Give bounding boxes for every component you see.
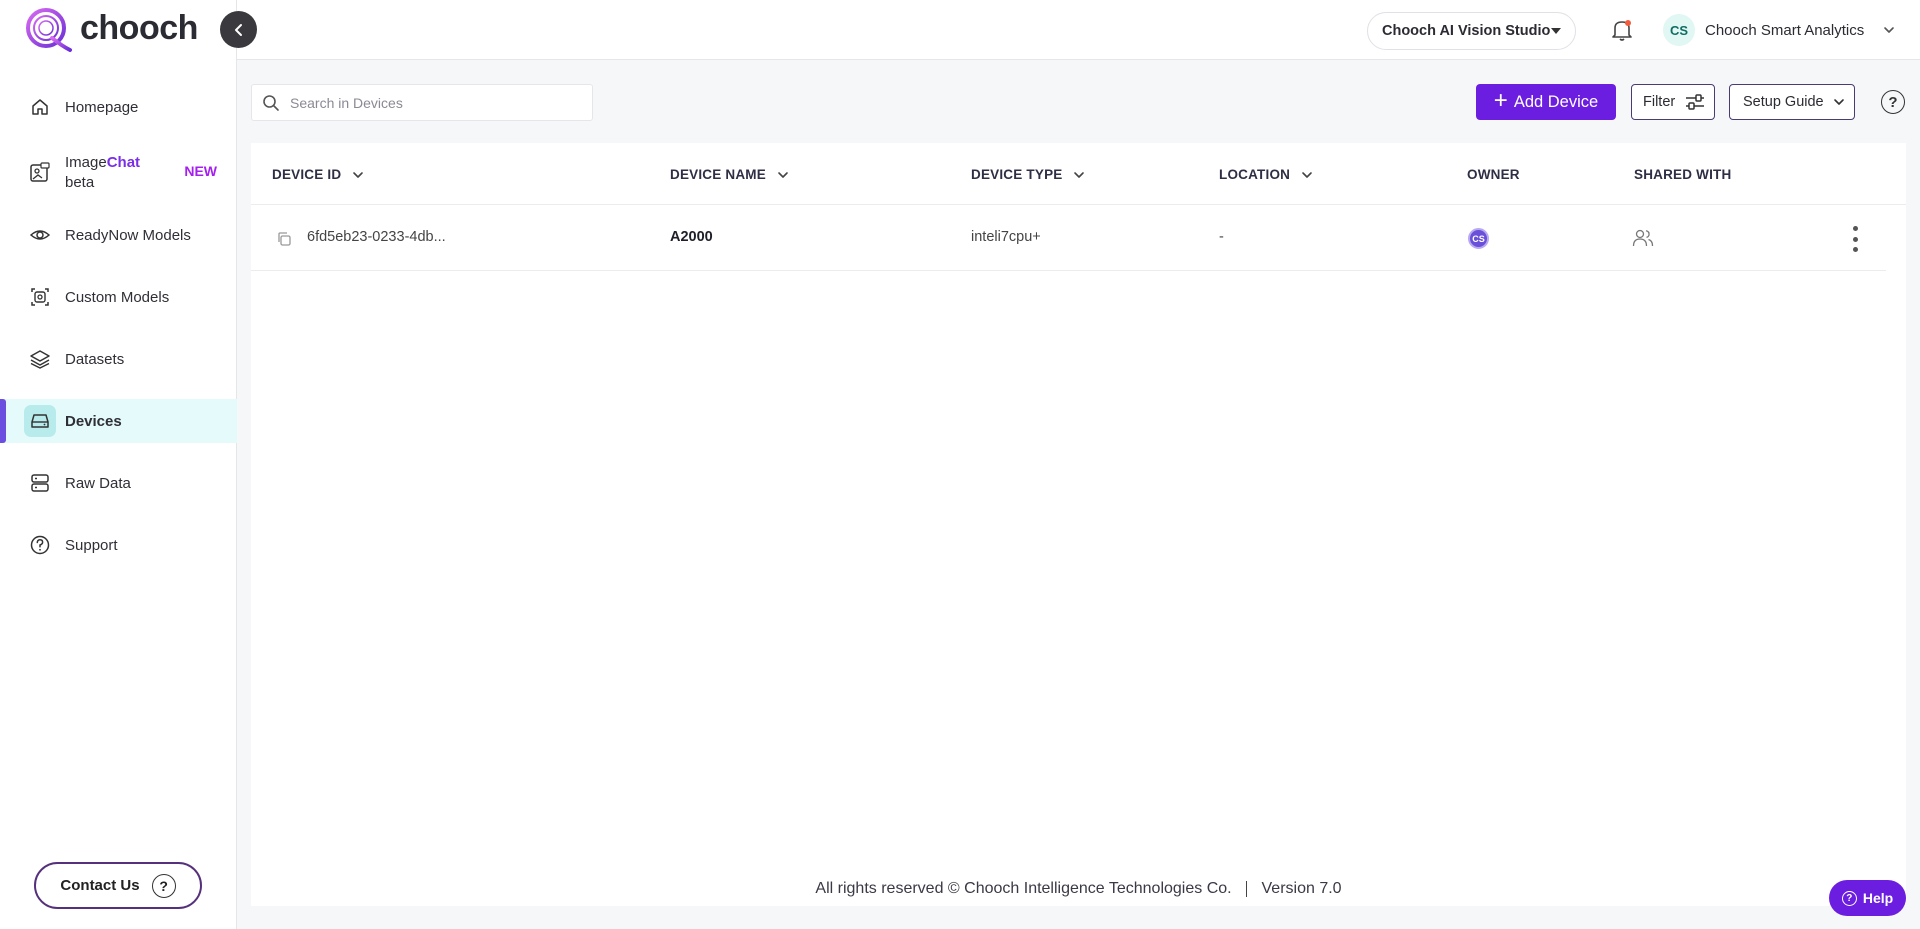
chevron-down-icon	[1833, 99, 1844, 105]
sidebar-item-label: ReadyNow Models	[65, 226, 191, 244]
setup-guide-label: Setup Guide	[1743, 94, 1824, 110]
chevron-down-icon	[353, 171, 364, 178]
imagechat-sublabel: beta	[65, 174, 95, 191]
footer-version: Version 7.0	[1261, 880, 1342, 897]
question-icon: ?	[151, 873, 176, 898]
imagechat-prefix: Image	[65, 154, 107, 171]
sidebar-nav: Homepage ImageChat beta NEW ReadyNow Mod…	[0, 85, 237, 585]
setup-guide-button[interactable]: Setup Guide	[1729, 84, 1855, 120]
brand-logo[interactable]: chooch	[22, 4, 198, 56]
account-avatar: CS	[1663, 14, 1695, 46]
column-header-device-name[interactable]: DEVICE NAME	[670, 167, 790, 182]
sidebar-item-label: Homepage	[65, 98, 139, 116]
footer-copyright: All rights reserved © Chooch Intelligenc…	[815, 880, 1232, 897]
column-header-owner: OWNER	[1467, 167, 1520, 182]
footer: All rights reserved © Chooch Intelligenc…	[251, 880, 1906, 898]
devices-table: DEVICE ID DEVICE NAME DEVICE TYPE LOCATI…	[251, 143, 1906, 906]
sidebar-item-label: Custom Models	[65, 288, 170, 306]
notification-bell-icon[interactable]	[1610, 17, 1634, 48]
chevron-left-icon	[234, 23, 242, 36]
filter-button[interactable]: Filter	[1631, 84, 1715, 120]
filter-sliders-icon	[1686, 94, 1705, 110]
shared-users-icon[interactable]	[1632, 228, 1654, 248]
search-input[interactable]	[290, 94, 580, 111]
chevron-down-icon	[1884, 27, 1895, 33]
sidebar: chooch Homepage ImageChat beta NEW Ready…	[0, 0, 237, 929]
layers-icon	[24, 343, 56, 375]
sidebar-item-readynow-models[interactable]: ReadyNow Models	[0, 213, 237, 257]
table-row[interactable]: 6fd5eb23-0233-4db... A2000 inteli7cpu+ -…	[251, 206, 1886, 271]
table-header: DEVICE ID DEVICE NAME DEVICE TYPE LOCATI…	[251, 143, 1906, 205]
add-device-label: Add Device	[1513, 92, 1599, 111]
sidebar-collapse-button[interactable]	[220, 11, 257, 48]
sidebar-item-label: Datasets	[65, 350, 125, 368]
help-label: Help	[1862, 890, 1894, 906]
chooch-logo-icon	[26, 8, 72, 52]
sidebar-item-homepage[interactable]: Homepage	[0, 85, 237, 129]
custom-model-icon	[24, 281, 56, 313]
sidebar-item-support[interactable]: Support	[0, 523, 237, 567]
sidebar-item-label: Support	[65, 536, 118, 554]
column-header-device-type[interactable]: DEVICE TYPE	[971, 167, 1086, 182]
question-icon	[24, 529, 56, 561]
sidebar-item-label: Raw Data	[65, 474, 131, 492]
caret-down-icon	[1551, 28, 1561, 34]
device-type-cell: inteli7cpu+	[971, 229, 1041, 245]
account-menu[interactable]: CS Chooch Smart Analytics	[1663, 14, 1896, 46]
owner-avatar: CS	[1468, 228, 1489, 249]
column-header-shared-with: SHARED WITH	[1634, 167, 1732, 182]
brand-name: chooch	[80, 8, 198, 47]
help-button[interactable]: ? Help	[1829, 880, 1906, 916]
location-cell: -	[1219, 229, 1224, 245]
add-device-button[interactable]: + Add Device	[1476, 84, 1616, 120]
sidebar-item-label: Devices	[65, 412, 122, 430]
imagechat-highlight: Chat	[106, 154, 141, 171]
workspace-name: Chooch AI Vision Studio	[1382, 23, 1551, 39]
search-box	[251, 84, 593, 121]
new-badge: NEW	[184, 163, 217, 179]
sidebar-item-label: ImageChat beta	[65, 153, 140, 193]
sidebar-item-devices[interactable]: Devices	[0, 399, 237, 443]
copy-icon[interactable]	[276, 231, 292, 247]
image-chat-icon	[24, 157, 56, 189]
sidebar-item-datasets[interactable]: Datasets	[0, 337, 237, 381]
device-name-cell[interactable]: A2000	[670, 229, 713, 245]
help-icon[interactable]: ?	[1881, 90, 1905, 114]
workspace-selector[interactable]: Chooch AI Vision Studio	[1367, 12, 1576, 50]
device-id-cell: 6fd5eb23-0233-4db...	[307, 229, 446, 245]
sidebar-item-imagechat[interactable]: ImageChat beta NEW	[0, 147, 237, 199]
footer-divider	[1246, 880, 1248, 897]
chevron-down-icon	[1074, 171, 1085, 178]
question-icon: ?	[1841, 890, 1857, 906]
sidebar-item-raw-data[interactable]: Raw Data	[0, 461, 237, 505]
chevron-down-icon	[1302, 171, 1312, 178]
row-actions-kebab-icon[interactable]	[1849, 226, 1861, 252]
device-icon	[24, 405, 56, 437]
column-header-device-id[interactable]: DEVICE ID	[272, 167, 365, 182]
home-icon	[24, 91, 56, 123]
filter-label: Filter	[1643, 94, 1676, 110]
chevron-down-icon	[778, 171, 788, 178]
search-icon	[263, 94, 279, 111]
contact-us-label: Contact Us	[60, 877, 140, 894]
column-header-location[interactable]: LOCATION	[1219, 167, 1314, 182]
account-name: Chooch Smart Analytics	[1705, 21, 1865, 39]
contact-us-button[interactable]: Contact Us ?	[34, 862, 202, 909]
sidebar-item-custom-models[interactable]: Custom Models	[0, 275, 237, 319]
plus-icon: +	[1493, 87, 1508, 114]
eye-icon	[24, 219, 56, 251]
server-icon	[24, 467, 56, 499]
